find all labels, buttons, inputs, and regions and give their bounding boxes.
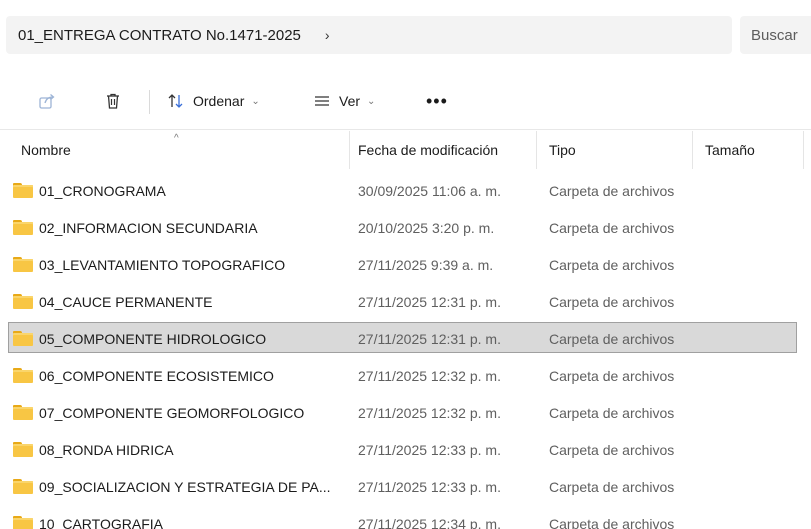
trash-icon	[107, 93, 119, 109]
folder-icon	[13, 257, 33, 272]
file-name-cell[interactable]: 07_COMPONENTE GEOMORFOLOGICO	[13, 394, 353, 431]
file-date: 27/11/2025 12:33 p. m.	[358, 478, 501, 495]
file-name-cell[interactable]: 05_COMPONENTE HIDROLOGICO	[13, 320, 353, 357]
file-name-cell[interactable]: 04_CAUCE PERMANENTE	[13, 283, 353, 320]
file-date: 27/11/2025 12:31 p. m.	[358, 293, 501, 310]
folder-icon	[13, 294, 33, 309]
file-type: Carpeta de archivos	[549, 404, 675, 421]
file-type: Carpeta de archivos	[549, 293, 675, 310]
file-name: 02_INFORMACION SECUNDARIA	[39, 219, 258, 236]
delete-button[interactable]	[98, 86, 128, 116]
view-button[interactable]: Ver ⌄	[313, 86, 375, 116]
file-date: 27/11/2025 12:34 p. m.	[358, 515, 501, 529]
file-name: 03_LEVANTAMIENTO TOPOGRAFICO	[39, 256, 286, 273]
share-button[interactable]	[32, 86, 62, 116]
column-divider[interactable]	[692, 131, 693, 169]
file-explorer-window: 01_ENTREGA CONTRATO No.1471-2025 › Busca…	[0, 0, 811, 529]
file-row[interactable]: 04_CAUCE PERMANENTE 27/11/2025 12:31 p. m…	[0, 283, 811, 320]
column-type[interactable]: Tipo	[541, 131, 691, 169]
file-list: 01_CRONOGRAMA 30/09/2025 11:06 a. m. Carpe…	[0, 172, 811, 529]
folder-icon	[13, 331, 33, 346]
chevron-down-icon: ⌄	[367, 95, 376, 107]
column-date[interactable]: Fecha de modificación	[350, 131, 535, 169]
folder-icon	[13, 516, 33, 529]
file-row[interactable]: 08_RONDA HIDRICA 27/11/2025 12:33 p. m. Ca…	[0, 431, 811, 468]
address-strip: 01_ENTREGA CONTRATO No.1471-2025 › Busca…	[0, 0, 811, 70]
file-date: 27/11/2025 12:31 p. m.	[358, 330, 501, 347]
file-type: Carpeta de archivos	[549, 182, 675, 199]
more-options-button[interactable]: •••	[426, 86, 448, 116]
folder-icon	[13, 368, 33, 383]
file-name-cell[interactable]: 08_RONDA HIDRICA	[13, 431, 353, 468]
sort-button[interactable]: Ordenar ⌄	[167, 86, 260, 116]
search-input[interactable]: Buscar	[740, 16, 811, 54]
file-name-cell[interactable]: 10_CARTOGRAFIA	[13, 505, 353, 529]
folder-icon	[13, 220, 33, 235]
file-type: Carpeta de archivos	[549, 441, 675, 458]
file-row[interactable]: 01_CRONOGRAMA 30/09/2025 11:06 a. m. Carpe…	[0, 172, 811, 209]
file-name: 04_CAUCE PERMANENTE	[39, 293, 213, 310]
column-size[interactable]: Tamaño	[697, 131, 802, 169]
file-name-cell[interactable]: 02_INFORMACION SECUNDARIA	[13, 209, 353, 246]
file-row[interactable]: 05_COMPONENTE HIDROLOGICO 27/11/2025 12:3…	[0, 320, 811, 357]
file-name: 01_CRONOGRAMA	[39, 182, 166, 199]
chevron-down-icon: ⌄	[251, 95, 260, 107]
file-row[interactable]: 09_SOCIALIZACION Y ESTRATEGIA DE PA... 27…	[0, 468, 811, 505]
file-name-cell[interactable]: 06_COMPONENTE ECOSISTEMICO	[13, 357, 353, 394]
file-type: Carpeta de archivos	[549, 515, 675, 529]
file-name: 09_SOCIALIZACION Y ESTRATEGIA DE PA...	[39, 478, 331, 495]
view-icon	[313, 92, 331, 110]
sort-icon	[167, 92, 185, 110]
file-name-cell[interactable]: 03_LEVANTAMIENTO TOPOGRAFICO	[13, 246, 353, 283]
file-name: 06_COMPONENTE ECOSISTEMICO	[39, 367, 274, 384]
breadcrumb-current-folder[interactable]: 01_ENTREGA CONTRATO No.1471-2025	[18, 27, 301, 44]
file-date: 27/11/2025 9:39 a. m.	[358, 256, 494, 273]
file-name: 08_RONDA HIDRICA	[39, 441, 174, 458]
file-row[interactable]: 03_LEVANTAMIENTO TOPOGRAFICO 27/11/2025 9…	[0, 246, 811, 283]
column-divider[interactable]	[803, 131, 804, 169]
column-name[interactable]: Nombre	[13, 131, 348, 169]
command-bar: Ordenar ⌄ Ver ⌄ •••	[0, 72, 811, 130]
sort-label: Ordenar	[193, 93, 245, 109]
toolbar-separator	[149, 90, 150, 114]
file-row[interactable]: 06_COMPONENTE ECOSISTEMICO 27/11/2025 12:…	[0, 357, 811, 394]
folder-icon	[13, 405, 33, 420]
column-header: ^ Nombre Fecha de modificación Tipo Tama…	[0, 131, 811, 169]
file-type: Carpeta de archivos	[549, 478, 675, 495]
column-divider[interactable]	[536, 131, 537, 169]
folder-icon	[13, 479, 33, 494]
file-type: Carpeta de archivos	[549, 367, 675, 384]
file-row[interactable]: 10_CARTOGRAFIA 27/11/2025 12:34 p. m. Carp…	[0, 505, 811, 529]
folder-icon	[13, 183, 33, 198]
file-type: Carpeta de archivos	[549, 256, 675, 273]
address-bar[interactable]: 01_ENTREGA CONTRATO No.1471-2025 ›	[6, 16, 732, 54]
share-icon	[39, 94, 55, 109]
file-name: 10_CARTOGRAFIA	[39, 515, 163, 529]
file-date: 27/11/2025 12:32 p. m.	[358, 404, 501, 421]
file-name-cell[interactable]: 09_SOCIALIZACION Y ESTRATEGIA DE PA...	[13, 468, 353, 505]
file-date: 20/10/2025 3:20 p. m.	[358, 219, 495, 236]
file-row[interactable]: 07_COMPONENTE GEOMORFOLOGICO 27/11/2025 1…	[0, 394, 811, 431]
file-name: 07_COMPONENTE GEOMORFOLOGICO	[39, 404, 305, 421]
file-date: 27/11/2025 12:32 p. m.	[358, 367, 501, 384]
breadcrumb-chevron-icon[interactable]: ›	[325, 27, 330, 43]
view-label: Ver	[339, 93, 361, 109]
file-name-cell[interactable]: 01_CRONOGRAMA	[13, 172, 353, 209]
file-type: Carpeta de archivos	[549, 219, 675, 236]
folder-icon	[13, 442, 33, 457]
file-name: 05_COMPONENTE HIDROLOGICO	[39, 330, 267, 347]
file-date: 30/09/2025 11:06 a. m.	[358, 182, 501, 199]
file-type: Carpeta de archivos	[549, 330, 675, 347]
file-date: 27/11/2025 12:33 p. m.	[358, 441, 501, 458]
file-row[interactable]: 02_INFORMACION SECUNDARIA 20/10/2025 3:20…	[0, 209, 811, 246]
